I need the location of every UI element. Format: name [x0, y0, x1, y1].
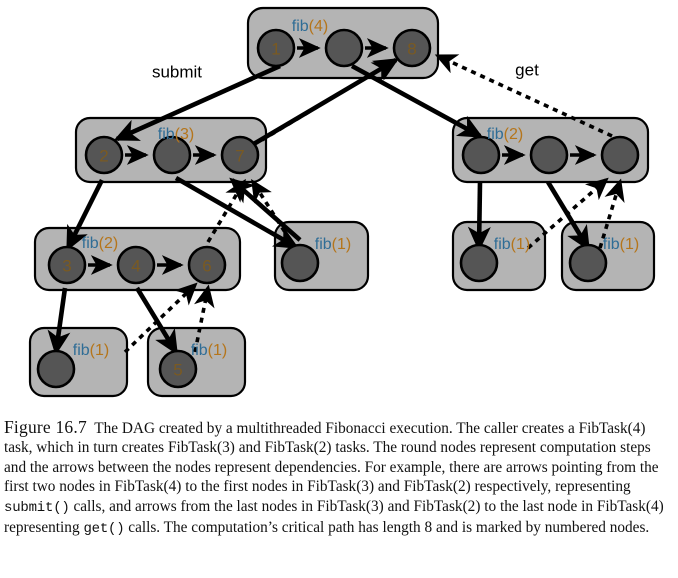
- node-fib2left-3[interactable]: 6: [187, 245, 227, 285]
- node-number: 8: [407, 40, 416, 59]
- node-number: 7: [235, 147, 244, 166]
- box-label-word: fib: [73, 342, 90, 359]
- node-fib4-2[interactable]: [324, 28, 364, 68]
- box-label-arg: (3): [175, 126, 195, 143]
- node-circle: [459, 243, 499, 283]
- node-fib1-right-two[interactable]: [568, 243, 608, 283]
- node-circle: [324, 28, 364, 68]
- box-label-fib4: fib(4): [292, 18, 328, 35]
- box-label-fib2-left: fib(2): [82, 235, 118, 252]
- node-fib3-3[interactable]: 7: [220, 135, 260, 175]
- caption-code-submit: submit(): [4, 499, 70, 516]
- caption-text-part-1: The DAG created by a multithreaded Fibon…: [4, 420, 659, 496]
- edge-submit-fib2right-to-fib1r1: [467, 181, 491, 252]
- box-label-word: fib: [82, 235, 99, 252]
- caption-code-get: get(): [83, 521, 125, 538]
- node-fib1-bottom-left[interactable]: [36, 349, 76, 389]
- box-label-word: fib: [191, 342, 208, 359]
- annotation-get: get: [515, 61, 539, 80]
- node-fib2right-2[interactable]: [529, 135, 569, 175]
- node-number: 2: [99, 147, 108, 166]
- box-label-fib2-right: fib(2): [487, 126, 523, 143]
- node-circle: [568, 243, 608, 283]
- box-label-fib1-middle: fib(1): [315, 236, 351, 253]
- box-label-fib1-bottom-left: fib(1): [73, 342, 109, 359]
- figure-number: Figure 16.7: [4, 417, 87, 437]
- node-number: 4: [131, 257, 140, 276]
- box-label-arg: (2): [99, 235, 119, 252]
- box-label-word: fib: [315, 236, 332, 253]
- node-fib2right-3[interactable]: [600, 135, 640, 175]
- node-fib2left-1[interactable]: 3: [47, 245, 87, 285]
- box-label-word: fib: [158, 126, 175, 143]
- node-number: 1: [271, 40, 280, 59]
- node-fib4-1[interactable]: 1: [256, 28, 296, 68]
- box-label-arg: (1): [208, 342, 228, 359]
- node-number: 3: [62, 257, 71, 276]
- node-number: 6: [202, 257, 211, 276]
- caption-text-part-3: calls. The computation’s critical path h…: [124, 519, 650, 537]
- node-fib4-3[interactable]: 8: [392, 28, 432, 68]
- box-label-arg: (2): [504, 126, 524, 143]
- node-circle: [600, 135, 640, 175]
- annotation-submit: submit: [152, 63, 202, 82]
- box-label-word: fib: [487, 126, 504, 143]
- node-fib3-1[interactable]: 2: [84, 135, 124, 175]
- figure-container: 1 8 2 7 3 4 6 5 fib(4) fib(3) fib(2) fib…: [0, 0, 678, 578]
- box-label-arg: (1): [90, 342, 110, 359]
- box-label-arg: (1): [511, 236, 531, 253]
- node-circle: [529, 135, 569, 175]
- box-label-word: fib: [603, 236, 620, 253]
- node-fib1-right-one[interactable]: [459, 243, 499, 283]
- box-label-arg: (1): [332, 236, 352, 253]
- node-number: 5: [173, 361, 182, 380]
- box-label-arg: (4): [309, 18, 329, 35]
- dag-diagram: 1 8 2 7 3 4 6 5 fib(4) fib(3) fib(2) fib…: [28, 6, 656, 398]
- box-label-fib3: fib(3): [158, 126, 194, 143]
- figure-caption: Figure 16.7 The DAG created by a multith…: [0, 417, 678, 539]
- node-fib2left-2[interactable]: 4: [116, 245, 156, 285]
- node-circle: [280, 243, 320, 283]
- node-fib1-middle[interactable]: [280, 243, 320, 283]
- box-label-fib1-right-two: fib(1): [603, 236, 639, 253]
- box-label-word: fib: [494, 236, 511, 253]
- box-label-fib1-five: fib(1): [191, 342, 227, 359]
- box-label-word: fib: [292, 18, 309, 35]
- box-label-arg: (1): [620, 236, 640, 253]
- node-circle: [36, 349, 76, 389]
- box-label-fib1-right-one: fib(1): [494, 236, 530, 253]
